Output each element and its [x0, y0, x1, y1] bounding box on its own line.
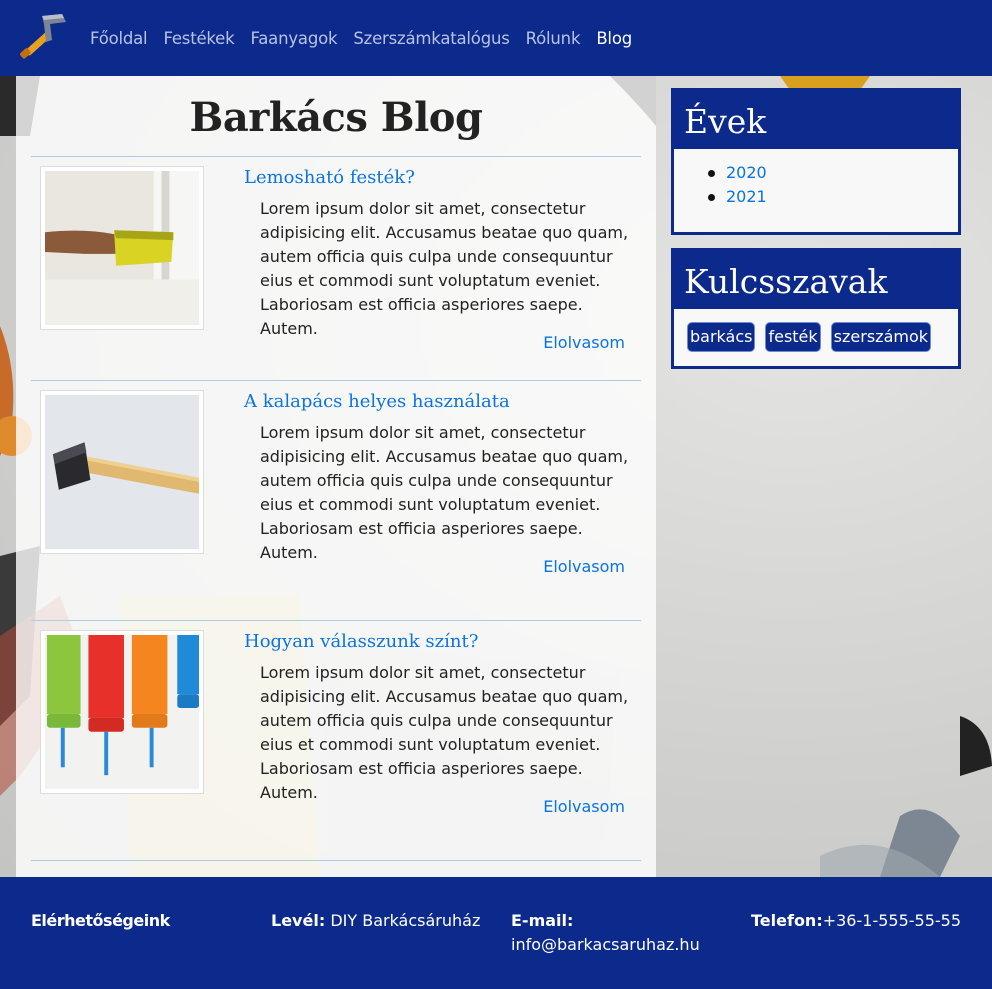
keywords-card-title: Kulcsszavak: [674, 251, 958, 309]
top-navbar: Főoldal Festékek Faanyagok Szerszámkatal…: [0, 0, 992, 76]
sponge-cleaning-photo: [45, 171, 199, 325]
nav-item-fooldal[interactable]: Főoldal: [90, 29, 148, 48]
footer-mail: Levél: DIY Barkácsáruház: [271, 909, 480, 933]
post-excerpt: Lorem ipsum dolor sit amet, consectetur …: [260, 199, 629, 338]
blog-post: Hogyan válasszunk színt? Lorem ipsum dol…: [31, 620, 641, 844]
post-title[interactable]: Hogyan válasszunk színt?: [244, 631, 478, 652]
nav-item-faanyagok[interactable]: Faanyagok: [250, 29, 337, 48]
footer-email-value[interactable]: info@barkacsaruhaz.hu: [511, 935, 700, 954]
hammer-photo: [45, 395, 199, 549]
years-card: Évek 2020 2021: [671, 88, 961, 235]
keywords-card: Kulcsszavak barkács festék szerszámok: [671, 248, 961, 369]
read-more-link[interactable]: Elolvasom: [543, 797, 625, 816]
post-thumbnail-paint-rollers[interactable]: [40, 630, 204, 794]
years-card-title: Évek: [674, 91, 958, 149]
blog-main-panel: Barkács Blog Lemosható festék? Lorem ips…: [16, 76, 656, 877]
years-list: 2020 2021: [674, 149, 958, 233]
post-title[interactable]: Lemosható festék?: [244, 167, 415, 188]
keyword-tags: barkács festék szerszámok: [674, 309, 958, 366]
blog-post: Lemosható festék? Lorem ipsum dolor sit …: [31, 156, 641, 380]
footer-email-label: E-mail:: [511, 911, 574, 930]
footer-heading: Elérhetőségeink: [31, 909, 170, 933]
post-thumbnail-sponge[interactable]: [40, 166, 204, 330]
list-item: 2020: [708, 161, 958, 185]
page-title: Barkács Blog: [189, 94, 483, 141]
read-more-link[interactable]: Elolvasom: [543, 333, 625, 352]
footer-email: E-mail: info@barkacsaruhaz.hu: [511, 909, 731, 957]
footer-mail-label: Levél:: [271, 911, 326, 930]
year-link-2021[interactable]: 2021: [726, 187, 767, 206]
post-thumbnail-hammer[interactable]: [40, 390, 204, 554]
post-excerpt: Lorem ipsum dolor sit amet, consectetur …: [260, 423, 629, 562]
tag-szerszamok[interactable]: szerszámok: [830, 322, 932, 352]
post-excerpt: Lorem ipsum dolor sit amet, consectetur …: [260, 663, 629, 802]
footer-phone: Telefon:+36-1-555-55-55: [751, 909, 961, 933]
nav-item-blog[interactable]: Blog: [596, 29, 632, 48]
hammer-logo-icon[interactable]: [14, 10, 70, 66]
footer-mail-value: DIY Barkácsáruház: [330, 911, 481, 930]
year-link-2020[interactable]: 2020: [726, 163, 767, 182]
footer-heading-text: Elérhetőségeink: [31, 911, 170, 930]
footer-phone-label: Telefon:: [751, 911, 823, 930]
read-more-link[interactable]: Elolvasom: [543, 557, 625, 576]
nav-item-festekek[interactable]: Festékek: [163, 29, 234, 48]
main-nav: Főoldal Festékek Faanyagok Szerszámkatal…: [90, 0, 648, 76]
list-item: 2021: [708, 185, 958, 209]
tag-festek[interactable]: festék: [765, 322, 821, 352]
nav-item-rolunk[interactable]: Rólunk: [526, 29, 581, 48]
divider: [31, 860, 641, 861]
nav-item-szerszamkatalogus[interactable]: Szerszámkatalógus: [353, 29, 509, 48]
footer-phone-value[interactable]: +36-1-555-55-55: [823, 911, 961, 930]
tag-barkacs[interactable]: barkács: [687, 322, 756, 352]
post-title[interactable]: A kalapács helyes használata: [244, 391, 510, 412]
paint-rollers-photo: [45, 635, 199, 789]
footer: Elérhetőségeink Levél: DIY Barkácsáruház…: [0, 877, 992, 989]
blog-post: A kalapács helyes használata Lorem ipsum…: [31, 380, 641, 604]
